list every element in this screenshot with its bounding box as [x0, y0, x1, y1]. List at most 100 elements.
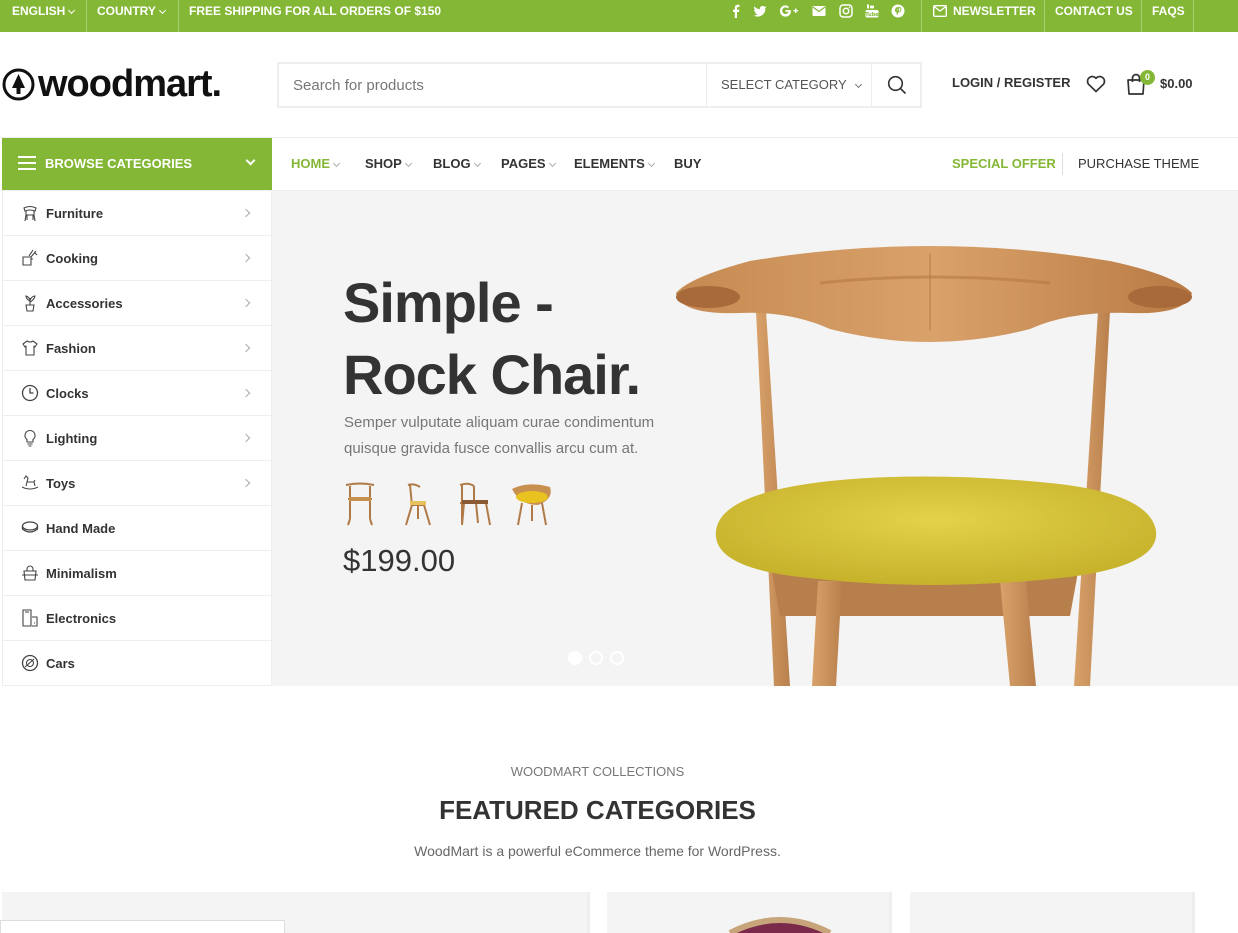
nav-home[interactable]: HOME — [291, 156, 341, 171]
category-label: Toys — [46, 476, 76, 491]
slider-dot[interactable] — [568, 651, 582, 665]
google-plus-icon[interactable] — [779, 4, 799, 18]
hero-description: Semper vulputate aliquam curae condiment… — [344, 414, 655, 457]
site-header: woodmart. SELECT CATEGORY LOGIN / REGIST… — [0, 32, 1238, 138]
nav-elements[interactable]: ELEMENTS — [574, 156, 655, 171]
featured-subtitle: WOODMART COLLECTIONS — [510, 764, 685, 779]
category-item-accessories[interactable]: Accessories — [3, 281, 271, 326]
search-button[interactable] — [871, 64, 920, 106]
language-selector[interactable]: ENGLISH — [12, 0, 76, 32]
category-item-hand-made[interactable]: Hand Made — [3, 506, 271, 551]
nav-blog-label: BLOG — [433, 156, 471, 171]
category-label: Furniture — [46, 206, 104, 221]
category-item-cooking[interactable]: Cooking — [3, 236, 271, 281]
cart-count-badge: 0 — [1140, 70, 1155, 85]
purchase-theme-link[interactable]: PURCHASE THEME — [1078, 156, 1199, 171]
pinterest-icon[interactable] — [891, 4, 905, 18]
svg-text:Tube: Tube — [865, 12, 879, 18]
category-label: Fashion — [46, 341, 96, 356]
divider — [1193, 0, 1194, 32]
country-label: COUNTRY — [97, 4, 156, 18]
hero-title-line: Rock Chair. — [343, 343, 641, 406]
category-item-furniture[interactable]: Furniture — [3, 191, 271, 236]
category-item-lighting[interactable]: Lighting — [3, 416, 271, 461]
wheel-icon — [21, 654, 39, 672]
divider — [1044, 0, 1045, 32]
divider — [921, 0, 922, 32]
category-item-electronics[interactable]: Electronics — [3, 596, 271, 641]
featured-description: WoodMart is a powerful eCommerce theme f… — [414, 843, 781, 859]
category-item-minimalism[interactable]: Minimalism — [3, 551, 271, 596]
category-card[interactable] — [910, 892, 1195, 933]
cooking-utensils-icon — [22, 249, 38, 266]
newsletter-link[interactable]: NEWSLETTER — [932, 0, 1036, 32]
hero-price: $199.00 — [343, 543, 456, 578]
nav-pages[interactable]: PAGES — [501, 156, 556, 171]
chevron-right-icon — [241, 298, 251, 308]
chevron-right-icon — [241, 253, 251, 263]
nav-elements-label: ELEMENTS — [574, 156, 645, 171]
heart-icon[interactable] — [1086, 74, 1106, 94]
newsletter-label: NEWSLETTER — [953, 4, 1036, 18]
cart-total[interactable]: $0.00 — [1160, 76, 1193, 91]
chevron-down-icon — [854, 80, 862, 89]
faqs-link[interactable]: FAQS — [1152, 0, 1185, 32]
country-selector[interactable]: COUNTRY — [97, 0, 166, 32]
instagram-icon[interactable] — [839, 4, 853, 18]
main-nav: BROWSE CATEGORIES HOME SHOP BLOG PAGES E… — [0, 138, 1238, 191]
email-icon[interactable] — [812, 4, 826, 18]
chair-variant-thumb[interactable] — [459, 482, 491, 526]
hero-title-line: Simple - — [343, 271, 554, 334]
top-bar: ENGLISH COUNTRY FREE SHIPPING FOR ALL OR… — [0, 0, 1238, 32]
category-select[interactable]: SELECT CATEGORY — [706, 64, 871, 106]
divider — [1062, 153, 1063, 175]
chevron-right-icon — [241, 433, 251, 443]
contact-us-link[interactable]: CONTACT US — [1055, 0, 1133, 32]
bag-icon — [22, 565, 38, 581]
devices-icon — [22, 609, 38, 627]
category-label: Hand Made — [46, 521, 116, 536]
chevron-right-icon — [241, 208, 251, 218]
category-sidebar: Furniture Cooking Accessories Fashion Cl… — [2, 191, 272, 686]
twitter-icon[interactable] — [753, 4, 767, 18]
chevron-down-icon — [404, 159, 412, 168]
product-variant-thumbnails — [345, 482, 551, 526]
hero-slider: Simple - Rock Chair. Semper vulputate al… — [272, 191, 1238, 686]
chevron-down-icon — [158, 6, 166, 15]
site-logo[interactable]: woodmart. — [2, 63, 222, 105]
chair-variant-thumb[interactable] — [512, 484, 551, 526]
search-input[interactable] — [279, 64, 706, 106]
nav-blog[interactable]: BLOG — [433, 156, 481, 171]
slider-dot[interactable] — [589, 651, 603, 665]
search-icon — [887, 75, 907, 95]
nav-shop[interactable]: SHOP — [365, 156, 412, 171]
nav-shop-label: SHOP — [365, 156, 402, 171]
chair-variant-thumb[interactable] — [345, 482, 375, 526]
facebook-icon[interactable] — [729, 4, 743, 18]
category-label: Accessories — [46, 296, 123, 311]
hamburger-icon — [18, 156, 36, 170]
browse-categories-button[interactable]: BROWSE CATEGORIES — [2, 138, 272, 190]
basket-icon — [21, 521, 39, 533]
category-item-clocks[interactable]: Clocks — [3, 371, 271, 416]
category-item-cars[interactable]: Cars — [3, 641, 271, 686]
slider-dot[interactable] — [610, 651, 624, 665]
category-label: Minimalism — [46, 566, 117, 581]
category-item-toys[interactable]: Toys — [3, 461, 271, 506]
login-register-link[interactable]: LOGIN / REGISTER — [952, 75, 1070, 90]
browse-categories-label: BROWSE CATEGORIES — [45, 156, 193, 171]
youtube-icon[interactable]: Tube — [865, 4, 879, 18]
chair-variant-thumb[interactable] — [405, 483, 431, 526]
category-card[interactable] — [607, 892, 892, 933]
search-bar: SELECT CATEGORY — [277, 62, 922, 108]
chevron-right-icon — [241, 343, 251, 353]
nav-pages-label: PAGES — [501, 156, 546, 171]
category-item-fashion[interactable]: Fashion — [3, 326, 271, 371]
shipping-notice: FREE SHIPPING FOR ALL ORDERS OF $150 — [189, 4, 442, 18]
special-offer-link[interactable]: SPECIAL OFFER — [952, 156, 1056, 171]
hero-title: Simple - Rock Chair. — [343, 267, 703, 411]
clock-icon — [21, 384, 39, 402]
nav-buy[interactable]: BUY — [674, 156, 701, 171]
chevron-down-icon — [332, 159, 341, 168]
envelope-icon — [932, 4, 948, 18]
